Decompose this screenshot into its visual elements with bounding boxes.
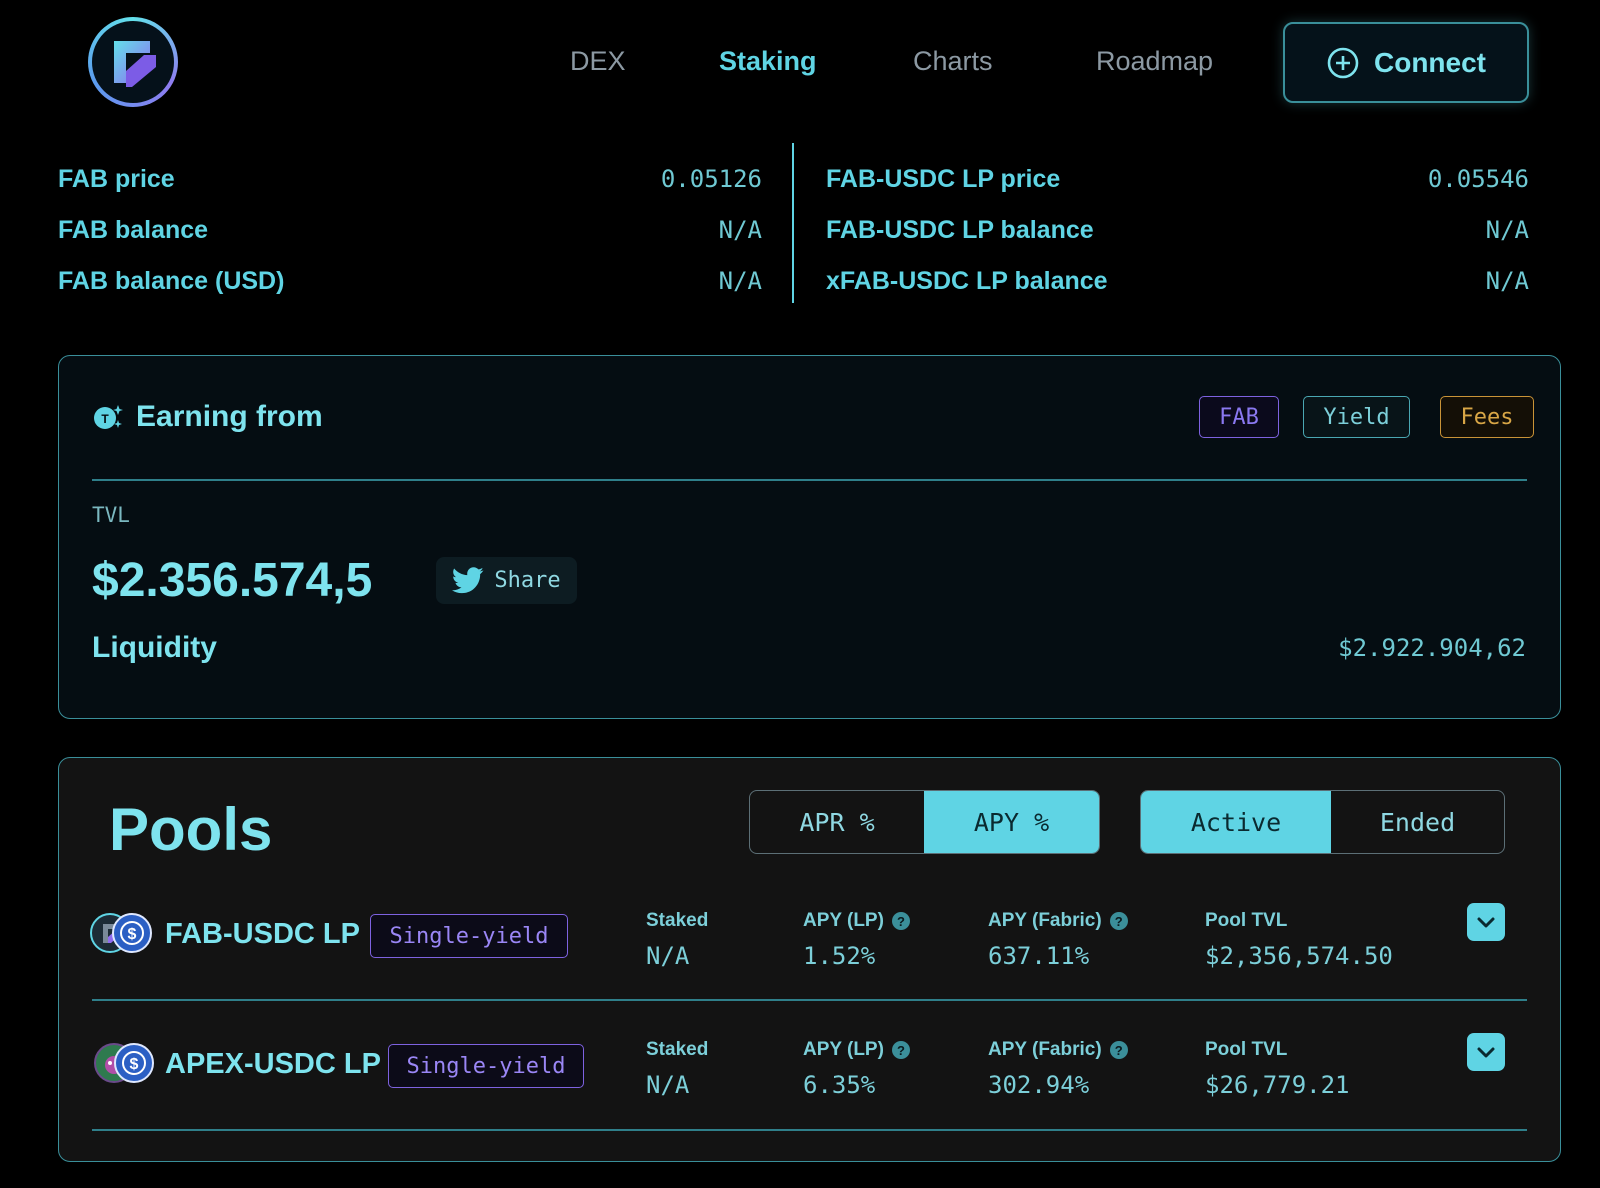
col-label-apy-lp: APY (LP)? <box>803 910 910 932</box>
connect-button[interactable]: Connect <box>1283 22 1529 103</box>
connect-label: Connect <box>1374 46 1486 78</box>
stat-value-lp-balance: N/A <box>1485 216 1529 244</box>
tag-fees: Fees <box>1440 396 1534 438</box>
liquidity-value: $2.922.904,62 <box>1338 634 1526 662</box>
nav-roadmap[interactable]: Roadmap <box>1096 46 1213 77</box>
stats-divider <box>792 143 794 303</box>
rate-toggle: APR % APY % <box>749 790 1100 854</box>
toggle-apy[interactable]: APY % <box>924 791 1099 853</box>
stat-label-lp-price: FAB-USDC LP price <box>826 165 1061 193</box>
stat-value-lp-price: 0.05546 <box>1427 165 1529 193</box>
toggle-ended[interactable]: Ended <box>1331 791 1504 853</box>
expand-button[interactable] <box>1467 903 1505 941</box>
stat-label-fab-balance-usd: FAB balance (USD) <box>58 267 285 295</box>
fab-usdc-pair-icon: $ <box>90 913 152 953</box>
apy-fabric-value: 302.94% <box>988 1071 1090 1099</box>
logo-mark-icon <box>114 41 156 87</box>
apex-usdc-pair-icon: $ <box>94 1043 156 1083</box>
svg-text:T: T <box>101 412 109 426</box>
status-toggle: Active Ended <box>1140 790 1505 854</box>
col-label-apy-lp: APY (LP)? <box>803 1039 910 1061</box>
pool-row-divider <box>92 999 1527 1001</box>
stat-value-fab-balance: N/A <box>718 216 762 244</box>
chevron-down-icon <box>1477 917 1495 928</box>
stat-label-lp-balance: FAB-USDC LP balance <box>826 216 1094 244</box>
question-icon[interactable]: ? <box>891 912 910 930</box>
single-yield-badge: Single-yield <box>388 1044 584 1088</box>
pool-name: APEX-USDC LP <box>165 1048 381 1080</box>
nav-staking[interactable]: Staking <box>719 46 817 77</box>
question-icon[interactable]: ? <box>891 1041 910 1059</box>
question-icon[interactable]: ? <box>1109 1041 1128 1059</box>
col-label-pool-tvl: Pool TVL <box>1205 910 1288 931</box>
pools-title: Pools <box>109 796 273 863</box>
apy-lp-value: 1.52% <box>803 942 876 970</box>
tvl-label: TVL <box>92 503 130 527</box>
pool-tvl-value: $2,356,574.50 <box>1205 942 1393 970</box>
apy-lp-value: 6.35% <box>803 1071 876 1099</box>
usdc-icon: $ <box>114 1043 154 1083</box>
svg-text:$: $ <box>128 926 137 943</box>
tag-yield: Yield <box>1303 396 1410 438</box>
liquidity-label: Liquidity <box>92 631 217 664</box>
single-yield-badge: Single-yield <box>370 914 568 958</box>
stat-label-xlp-balance: xFAB-USDC LP balance <box>826 267 1108 295</box>
toggle-apr[interactable]: APR % <box>750 791 924 853</box>
nav-charts[interactable]: Charts <box>913 46 993 77</box>
coins-icon: T <box>94 405 123 429</box>
usdc-icon: $ <box>112 913 152 953</box>
col-label-pool-tvl: Pool TVL <box>1205 1039 1288 1060</box>
stat-value-xlp-balance: N/A <box>1485 267 1529 295</box>
tag-fab: FAB <box>1199 396 1279 438</box>
col-label-apy-fabric: APY (Fabric)? <box>988 1039 1128 1061</box>
stat-label-fab-balance: FAB balance <box>58 216 209 244</box>
nav-dex[interactable]: DEX <box>570 46 626 77</box>
col-label-staked: Staked <box>646 910 709 931</box>
stat-value-fab-price: 0.05126 <box>660 165 762 193</box>
col-label-staked: Staked <box>646 1039 709 1060</box>
plus-circle-icon <box>1327 47 1359 78</box>
col-label-apy-fabric: APY (Fabric)? <box>988 910 1128 932</box>
question-icon[interactable]: ? <box>1109 912 1128 930</box>
stat-label-fab-price: FAB price <box>58 165 175 193</box>
stat-value-fab-balance-usd: N/A <box>718 267 762 295</box>
share-button[interactable]: Share <box>436 557 577 604</box>
twitter-icon <box>452 567 484 594</box>
staked-value: N/A <box>646 942 690 970</box>
earning-title-text: Earning from <box>136 400 323 433</box>
pool-name: FAB-USDC LP <box>165 918 360 950</box>
svg-text:$: $ <box>130 1056 139 1073</box>
earning-title: T Earning from <box>92 400 323 434</box>
apy-fabric-value: 637.11% <box>988 942 1090 970</box>
share-label: Share <box>494 568 561 593</box>
expand-button[interactable] <box>1467 1033 1505 1071</box>
chevron-down-icon <box>1477 1047 1495 1058</box>
toggle-active[interactable]: Active <box>1141 791 1331 853</box>
staked-value: N/A <box>646 1071 690 1099</box>
earning-divider <box>92 479 1527 481</box>
tvl-value: $2.356.574,5 <box>92 554 373 607</box>
pool-row-divider <box>92 1129 1527 1131</box>
logo[interactable] <box>88 17 178 107</box>
pool-tvl-value: $26,779.21 <box>1205 1071 1350 1099</box>
